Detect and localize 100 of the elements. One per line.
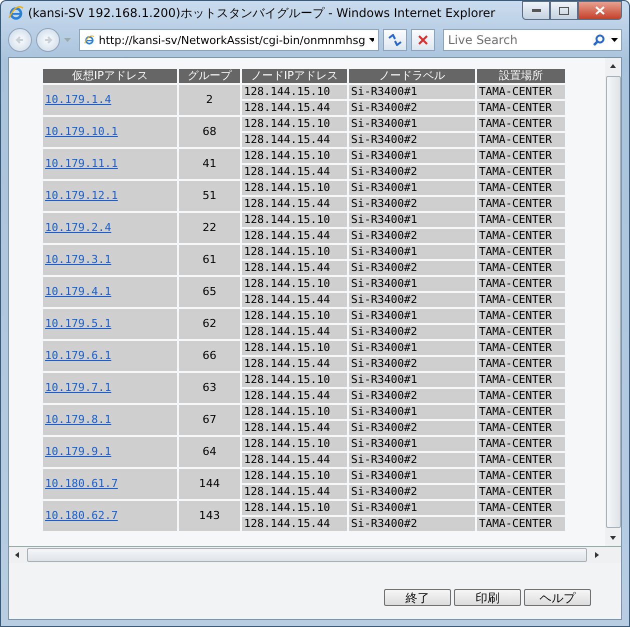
table-cell: Si-R3400#1 — [349, 405, 475, 419]
table-cell: 64 — [179, 437, 240, 467]
ip-link[interactable]: 10.179.2.4 — [45, 221, 112, 234]
table-cell: Si-R3400#2 — [349, 325, 475, 339]
table-cell: 128.144.15.44 — [242, 421, 347, 435]
table-cell: Si-R3400#2 — [349, 421, 475, 435]
column-header: ノードラベル — [349, 69, 475, 83]
ip-link[interactable]: 10.179.10.1 — [45, 125, 118, 138]
column-header: グループ — [179, 69, 240, 83]
address-field[interactable]: http://kansi-sv/NetworkAssist/cgi-bin/onmnmhsg — [79, 29, 379, 51]
table-cell: Si-R3400#1 — [349, 85, 475, 99]
table-cell: 68 — [179, 117, 240, 147]
maximize-button[interactable] — [550, 1, 578, 20]
ip-link[interactable]: 10.179.8.1 — [45, 413, 112, 426]
table-cell: 143 — [179, 501, 240, 531]
table-cell: TAMA-CENTER — [477, 469, 565, 483]
table-cell: Si-R3400#2 — [349, 357, 475, 371]
column-header: 設置場所 — [477, 69, 565, 83]
table-cell: TAMA-CENTER — [477, 213, 565, 227]
caret-icon[interactable] — [611, 38, 618, 42]
table-cell: Si-R3400#2 — [349, 229, 475, 243]
table-cell: Si-R3400#2 — [349, 197, 475, 211]
table-cell: Si-R3400#1 — [349, 277, 475, 291]
table-cell: 128.144.15.44 — [242, 485, 347, 499]
table-cell: Si-R3400#1 — [349, 309, 475, 323]
stop-button[interactable] — [411, 29, 435, 51]
table-cell: 128.144.15.10 — [242, 373, 347, 387]
table-cell: 128.144.15.44 — [242, 389, 347, 403]
table-cell: TAMA-CENTER — [477, 405, 565, 419]
table-cell: 128.144.15.10 — [242, 437, 347, 451]
ip-link[interactable]: 10.179.3.1 — [45, 253, 112, 266]
ip-link[interactable]: 10.179.6.1 — [45, 349, 112, 362]
table-cell: 128.144.15.44 — [242, 517, 347, 531]
table-cell: 128.144.15.44 — [242, 197, 347, 211]
ip-link[interactable]: 10.179.9.1 — [45, 445, 112, 458]
ip-link[interactable]: 10.179.11.1 — [45, 157, 118, 170]
ip-link[interactable]: 10.180.61.7 — [45, 477, 118, 490]
table-cell: TAMA-CENTER — [477, 101, 565, 115]
table-cell: Si-R3400#2 — [349, 389, 475, 403]
column-header: ノードIPアドレス — [242, 69, 347, 83]
table-cell: TAMA-CENTER — [477, 373, 565, 387]
table-cell: Si-R3400#1 — [349, 501, 475, 515]
search-field[interactable]: Live Search — [443, 29, 622, 51]
ip-link[interactable]: 10.179.1.4 — [45, 93, 112, 106]
table-cell: TAMA-CENTER — [477, 293, 565, 307]
ip-link[interactable]: 10.179.7.1 — [45, 381, 112, 394]
table-cell: Si-R3400#1 — [349, 117, 475, 131]
close-button[interactable] — [578, 1, 622, 20]
horizontal-scrollbar[interactable] — [9, 547, 621, 563]
table-cell: TAMA-CENTER — [477, 165, 565, 179]
caret-icon[interactable] — [369, 38, 374, 42]
table-cell: 128.144.15.10 — [242, 245, 347, 259]
table-cell: TAMA-CENTER — [477, 133, 565, 147]
table-cell: Si-R3400#2 — [349, 517, 475, 531]
table-cell: 63 — [179, 373, 240, 403]
search-icon[interactable] — [593, 34, 605, 46]
table-cell: TAMA-CENTER — [477, 229, 565, 243]
table-cell: TAMA-CENTER — [477, 501, 565, 515]
refresh-button[interactable] — [383, 29, 407, 51]
table-cell: TAMA-CENTER — [477, 245, 565, 259]
ip-link[interactable]: 10.179.12.1 — [45, 189, 118, 202]
table-cell: 22 — [179, 213, 240, 243]
table-cell: 128.144.15.44 — [242, 101, 347, 115]
table-cell: 128.144.15.10 — [242, 309, 347, 323]
dialog-button[interactable]: ヘルプ — [524, 589, 591, 606]
stop-icon — [418, 35, 428, 45]
table-cell: TAMA-CENTER — [477, 117, 565, 131]
minimize-icon — [532, 9, 540, 12]
table-cell: TAMA-CENTER — [477, 421, 565, 435]
dialog-button[interactable]: 終了 — [384, 589, 451, 606]
ip-link[interactable]: 10.179.5.1 — [45, 317, 112, 330]
table-cell: 128.144.15.10 — [242, 117, 347, 131]
table-cell: TAMA-CENTER — [477, 85, 565, 99]
back-arrow-icon — [15, 35, 25, 45]
minimize-button[interactable] — [522, 1, 550, 20]
table-cell: 128.144.15.10 — [242, 213, 347, 227]
table-cell: 128.144.15.44 — [242, 293, 347, 307]
window-title: (kansi-SV 192.168.1.200)ホットスタンバイグループ - Windows Internet Explorer — [28, 4, 496, 22]
table-cell: 144 — [179, 469, 240, 499]
ip-link[interactable]: 10.179.4.1 — [45, 285, 112, 298]
table-cell: 128.144.15.10 — [242, 181, 347, 195]
table-cell: 128.144.15.44 — [242, 261, 347, 275]
table-cell: 128.144.15.10 — [242, 277, 347, 291]
scroll-thumb[interactable] — [27, 548, 587, 562]
ip-link[interactable]: 10.180.62.7 — [45, 509, 118, 522]
table-cell: TAMA-CENTER — [477, 389, 565, 403]
table-cell: TAMA-CENTER — [477, 485, 565, 499]
table-cell: TAMA-CENTER — [477, 309, 565, 323]
table-cell: 65 — [179, 277, 240, 307]
table-cell: Si-R3400#1 — [349, 149, 475, 163]
table-cell: Si-R3400#2 — [349, 293, 475, 307]
table-cell: TAMA-CENTER — [477, 181, 565, 195]
table-cell: Si-R3400#1 — [349, 437, 475, 451]
forward-arrow-icon — [43, 35, 53, 45]
dialog-button[interactable]: 印刷 — [454, 589, 521, 606]
column-header: 仮想IPアドレス — [43, 69, 177, 83]
table-cell: TAMA-CENTER — [477, 325, 565, 339]
table-cell: Si-R3400#1 — [349, 373, 475, 387]
close-icon — [595, 6, 605, 15]
browser-logo-icon — [8, 5, 24, 21]
